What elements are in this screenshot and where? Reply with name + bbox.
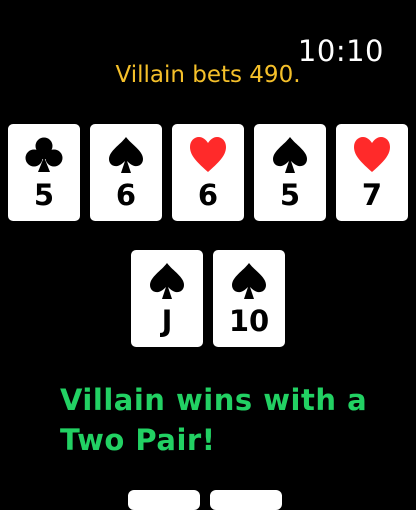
board-card-4[interactable]: 5 bbox=[254, 124, 326, 221]
result-line-1: Villain wins with a bbox=[60, 383, 368, 417]
clubs-icon bbox=[8, 134, 80, 176]
spades-icon bbox=[90, 134, 162, 176]
status-message: Villain bets 490. bbox=[115, 62, 301, 88]
spades-icon bbox=[131, 260, 203, 302]
action-button-left[interactable] bbox=[128, 490, 200, 510]
result-message: Villain wins with a Two Pair! bbox=[60, 380, 400, 460]
card-rank: 5 bbox=[279, 178, 301, 212]
card-rank: 10 bbox=[228, 304, 270, 338]
card-rank: 6 bbox=[197, 178, 219, 212]
board-card-3[interactable]: 6 bbox=[172, 124, 244, 221]
result-line-2: Two Pair! bbox=[60, 423, 216, 457]
hand-card-1[interactable]: J bbox=[131, 250, 203, 347]
spades-icon bbox=[213, 260, 285, 302]
board-card-2[interactable]: 6 bbox=[90, 124, 162, 221]
card-rank: 5 bbox=[33, 178, 55, 212]
hearts-icon bbox=[172, 134, 244, 176]
player-hand: J 10 bbox=[131, 250, 285, 347]
action-button-right[interactable] bbox=[210, 490, 282, 510]
card-rank: 7 bbox=[361, 178, 383, 212]
card-rank: 6 bbox=[115, 178, 137, 212]
spades-icon bbox=[254, 134, 326, 176]
hand-card-2[interactable]: 10 bbox=[213, 250, 285, 347]
board-card-1[interactable]: 5 bbox=[8, 124, 80, 221]
board-card-5[interactable]: 7 bbox=[336, 124, 408, 221]
community-cards: 5 6 6 5 7 bbox=[8, 124, 408, 221]
card-rank: J bbox=[161, 304, 173, 338]
hearts-icon bbox=[336, 134, 408, 176]
